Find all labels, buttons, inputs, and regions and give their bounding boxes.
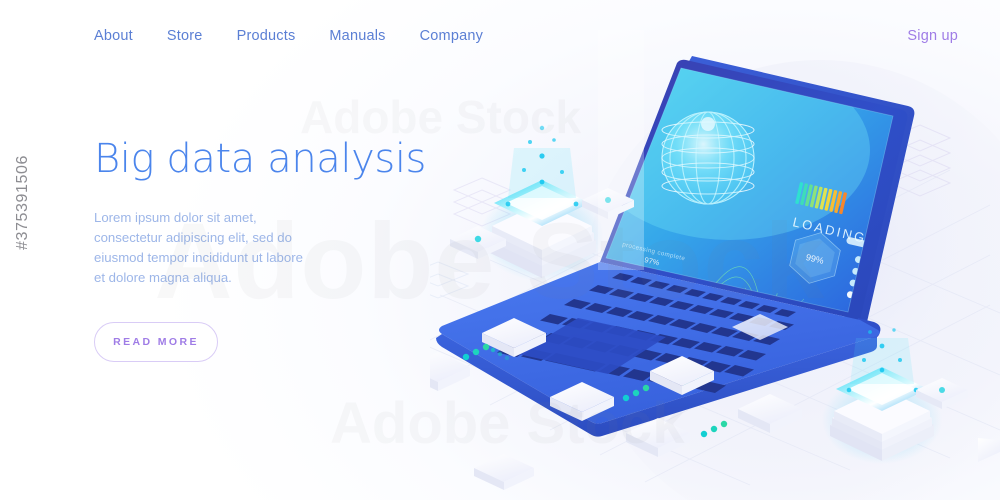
signup-link[interactable]: Sign up (907, 28, 958, 44)
isometric-illustration: LOADING 99% processing complete 97% (430, 30, 1000, 500)
nav-item-company[interactable]: Company (420, 28, 483, 44)
read-more-button[interactable]: READ MORE (94, 322, 218, 363)
globe-graphic (661, 111, 755, 205)
tile-g (474, 454, 534, 490)
nav-item-about[interactable]: About (94, 28, 133, 44)
dot-trail-3 (700, 420, 728, 438)
top-navigation: About Store Products Manuals Company Sig… (0, 0, 1000, 72)
nav-item-products[interactable]: Products (237, 28, 296, 44)
tile-f (738, 394, 802, 433)
tile-far-right-low (978, 438, 1000, 462)
nav-links: About Store Products Manuals Company (94, 28, 483, 44)
hero-section: Big data analysis Lorem ipsum dolor sit … (94, 136, 454, 363)
watermark-image-id: #375391506 (14, 155, 31, 250)
nav-item-store[interactable]: Store (167, 28, 203, 44)
nav-item-manuals[interactable]: Manuals (329, 28, 385, 44)
hero-paragraph: Lorem ipsum dolor sit amet, consectetur … (94, 210, 303, 286)
landing-page: About Store Products Manuals Company Sig… (0, 0, 1000, 500)
page-title: Big data analysis (94, 136, 426, 182)
